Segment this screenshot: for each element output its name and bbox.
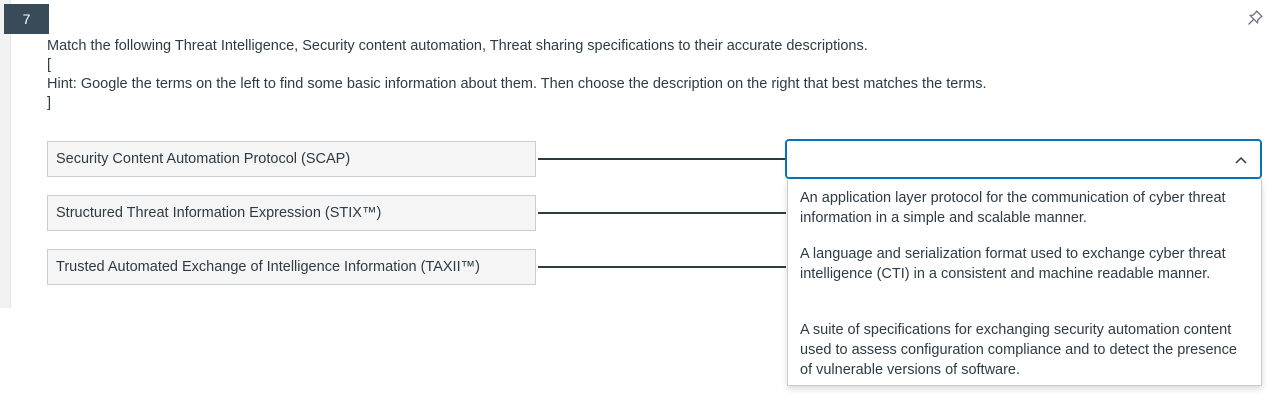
pin-icon[interactable] (1244, 8, 1266, 28)
bracket-open: [ (47, 57, 52, 73)
bracket-close: ] (47, 95, 52, 111)
match-term-taxii: Trusted Automated Exchange of Intelligen… (47, 249, 536, 285)
match-term-scap: Security Content Automation Protocol (SC… (47, 141, 536, 177)
connector-line (538, 212, 786, 214)
select-option[interactable]: An application layer protocol for the co… (800, 188, 1250, 228)
term-label: Trusted Automated Exchange of Intelligen… (56, 259, 480, 275)
term-label: Security Content Automation Protocol (SC… (56, 151, 351, 167)
question-left-strip (0, 0, 11, 308)
question-text: Match the following Threat Intelligence,… (47, 37, 1247, 113)
select-option[interactable]: A suite of specifications for exchanging… (800, 320, 1250, 380)
question-number-badge: 7 (4, 4, 49, 34)
connector-line (538, 158, 786, 160)
match-term-stix: Structured Threat Information Expression… (47, 195, 536, 231)
question-hint: Hint: Google the terms on the left to fi… (47, 76, 987, 92)
question-number: 7 (22, 11, 31, 27)
question-prompt: Match the following Threat Intelligence,… (47, 38, 868, 54)
term-label: Structured Threat Information Expression… (56, 205, 382, 221)
select-options-list: An application layer protocol for the co… (787, 180, 1262, 386)
connector-line (538, 266, 786, 268)
chevron-up-icon[interactable] (1233, 152, 1249, 168)
select-option[interactable]: A language and serialization format used… (800, 244, 1250, 284)
answer-select-scap[interactable] (785, 139, 1262, 179)
